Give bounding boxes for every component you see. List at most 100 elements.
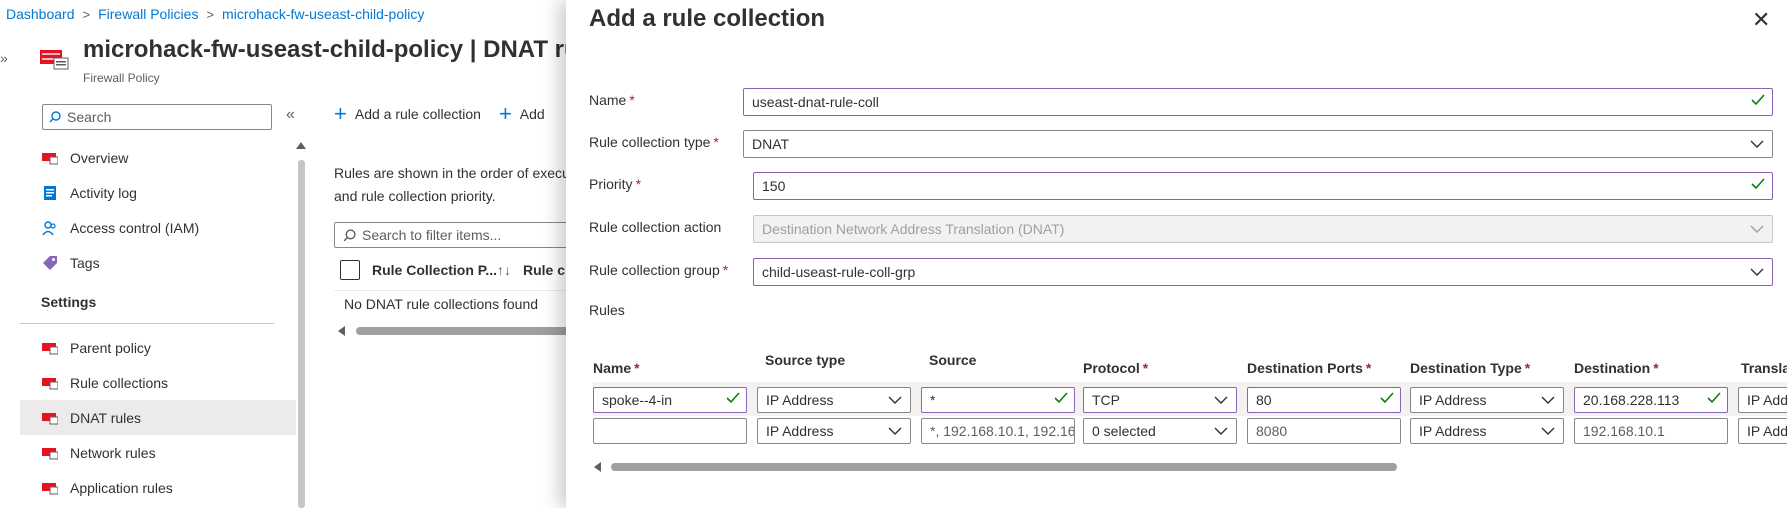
firewall-policy-icon	[40, 48, 70, 73]
sidebar-item-network-rules[interactable]: Network rules	[20, 435, 296, 470]
action-label: Rule collection action	[589, 219, 722, 235]
rule-name-input[interactable]	[593, 418, 747, 444]
sidebar-item-label: Access control (IAM)	[70, 219, 200, 236]
sidebar-search-input[interactable]: Search	[42, 104, 272, 130]
people-icon	[42, 220, 56, 235]
tag-icon	[43, 255, 57, 270]
rules-description-line1: Rules are shown in the order of executio…	[334, 165, 593, 181]
sidebar-item-label: Activity log	[70, 184, 137, 201]
rule-collection-group-dropdown[interactable]: child-useast-rule-coll-grp	[753, 258, 1773, 286]
group-row: Rule collection group * child-useast-rule…	[589, 258, 1779, 286]
expand-menu-icon[interactable]: »	[0, 50, 8, 66]
protocol-dropdown[interactable]: TCP	[1083, 387, 1237, 413]
source-type-dropdown[interactable]: IP Address	[757, 418, 911, 444]
destination-input[interactable]: 20.168.228.113	[1574, 387, 1728, 413]
type-label: Rule collection type *	[589, 134, 719, 150]
sidebar-item-application-rules[interactable]: Application rules	[20, 470, 296, 505]
destination-input[interactable]: 192.168.10.1	[1574, 418, 1728, 444]
action-row: Rule collection action Destination Netwo…	[589, 215, 1779, 243]
sidebar-item-overview[interactable]: Overview	[20, 140, 296, 175]
rules-table: Name * Source type Source Protocol * Desti…	[593, 352, 1787, 472]
breadcrumb-firewall-policies[interactable]: Firewall Policies	[98, 6, 198, 22]
close-icon[interactable]: ✕	[1752, 9, 1770, 31]
destination-type-dropdown[interactable]: IP Address	[1410, 387, 1564, 413]
name-row: Name * useast-dnat-rule-coll	[589, 88, 1779, 116]
chevron-right-icon: >	[206, 6, 215, 22]
source-input[interactable]: *	[921, 387, 1075, 413]
chevron-down-icon	[888, 427, 902, 435]
column-header-name: Name *	[593, 360, 640, 376]
translated-type-dropdown[interactable]: IP Address	[1738, 418, 1787, 444]
horizontal-scrollbar-thumb[interactable]	[356, 327, 596, 335]
toolbar: + Add a rule collection + Add	[334, 101, 545, 126]
sidebar-item-dnat-rules[interactable]: DNAT rules	[20, 400, 296, 435]
select-all-checkbox[interactable]	[340, 260, 360, 280]
chevron-down-icon	[1750, 268, 1764, 276]
chevron-down-icon	[1541, 427, 1555, 435]
add-rule-collection-panel: Add a rule collection ✕ Name * useast-dna…	[566, 0, 1787, 508]
breadcrumb-policy[interactable]: microhack-fw-useast-child-policy	[222, 6, 424, 22]
column-header-rule-collection[interactable]: Rule c	[523, 262, 565, 278]
sidebar-item-activity-log[interactable]: Activity log	[20, 175, 296, 210]
priority-row: Priority * 150	[589, 172, 1779, 200]
chevron-down-icon	[1214, 427, 1228, 435]
collapse-sidebar-icon[interactable]: «	[286, 106, 295, 124]
chevron-down-icon	[888, 396, 902, 404]
rule-collection-type-dropdown[interactable]: DNAT	[743, 130, 1773, 158]
destination-type-dropdown[interactable]: IP Address	[1410, 418, 1564, 444]
rule-name-input[interactable]: spoke--4-in	[593, 387, 747, 413]
firewall-policy-icon	[42, 447, 58, 459]
sidebar-item-tags[interactable]: Tags	[20, 245, 296, 280]
name-input[interactable]: useast-dnat-rule-coll	[743, 88, 1773, 116]
checkmark-icon	[726, 392, 740, 404]
sidebar-item-iam[interactable]: Access control (IAM)	[20, 210, 296, 245]
sidebar-scrollbar-thumb[interactable]	[298, 160, 305, 508]
page-subtitle: Firewall Policy	[83, 71, 160, 85]
column-header-destination-type: Destination Type *	[1410, 360, 1531, 376]
firewall-policy-icon	[42, 342, 58, 354]
column-header-source: Source	[929, 352, 977, 368]
rules-section-label: Rules	[589, 302, 625, 318]
add-label: Add	[519, 106, 545, 122]
sidebar-item-label: Tags	[70, 254, 100, 271]
filter-input[interactable]: Search to filter items...	[334, 222, 594, 248]
column-header-translated: Translated	[1741, 360, 1787, 376]
sidebar-item-parent-policy[interactable]: Parent policy	[20, 330, 296, 365]
plus-icon: +	[334, 101, 347, 126]
destination-ports-input[interactable]: 80	[1247, 387, 1401, 413]
firewall-policy-icon	[42, 412, 58, 424]
page-title: microhack-fw-useast-child-policy | DNAT …	[83, 36, 613, 63]
rule-collection-action-dropdown: Destination Network Address Translation …	[753, 215, 1773, 243]
sidebar-item-label: DNAT rules	[70, 409, 142, 426]
type-value: DNAT	[752, 136, 790, 152]
priority-input[interactable]: 150	[753, 172, 1773, 200]
group-label: Rule collection group *	[589, 262, 729, 278]
sidebar-heading-settings: Settings	[20, 280, 274, 324]
column-header-destination-ports: Destination Ports *	[1247, 360, 1372, 376]
table-horizontal-scrollbar-thumb[interactable]	[611, 463, 1397, 471]
search-icon	[343, 228, 356, 241]
checkmark-icon	[1707, 392, 1721, 404]
add-button[interactable]: + Add	[499, 103, 545, 125]
protocol-dropdown[interactable]: 0 selected	[1083, 418, 1237, 444]
source-type-dropdown[interactable]: IP Address	[757, 387, 911, 413]
rules-description: Rules are shown in the order of executio…	[334, 162, 594, 208]
scroll-up-arrow-icon[interactable]	[296, 142, 306, 149]
sidebar-item-rule-collections[interactable]: Rule collections	[20, 365, 296, 400]
breadcrumb-dashboard[interactable]: Dashboard	[6, 6, 75, 22]
sort-icon[interactable]: ↑↓	[497, 262, 511, 278]
divider	[334, 290, 594, 291]
group-value: child-useast-rule-coll-grp	[762, 264, 916, 280]
grid-header: Rule Collection P...↑↓ Rule c	[340, 256, 600, 284]
source-input[interactable]: *, 192.168.10.1, 192.168.10.0/24	[921, 418, 1075, 444]
destination-ports-input[interactable]: 8080	[1247, 418, 1401, 444]
scroll-left-arrow-icon[interactable]	[594, 462, 601, 472]
column-header-source-type: Source type	[765, 352, 846, 368]
sidebar-item-label: Network rules	[70, 444, 156, 461]
chevron-down-icon	[1541, 396, 1555, 404]
add-rule-collection-button[interactable]: + Add a rule collection	[334, 101, 481, 126]
chevron-down-icon	[1214, 396, 1228, 404]
scroll-left-arrow-icon[interactable]	[338, 326, 345, 336]
column-header-rule-collection-priority[interactable]: Rule Collection P...↑↓	[372, 262, 511, 278]
translated-type-dropdown[interactable]: IP Address	[1738, 387, 1787, 413]
